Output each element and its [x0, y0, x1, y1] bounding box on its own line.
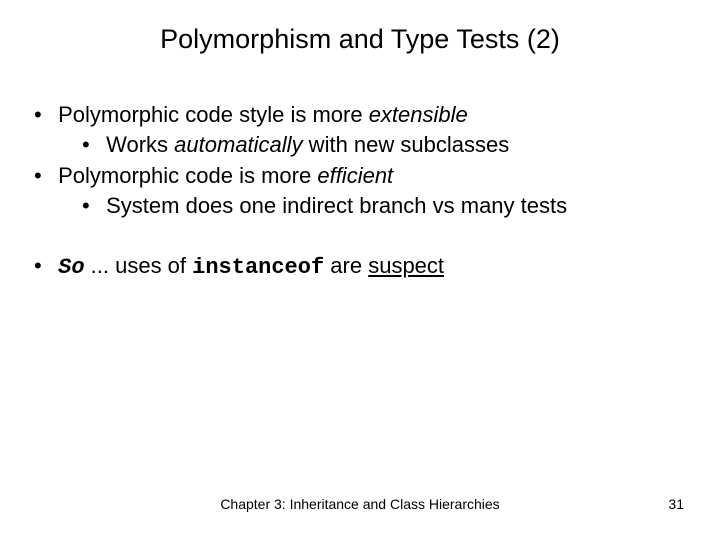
text: Polymorphic code style is more: [58, 102, 369, 127]
subbullet-branch: System does one indirect branch vs many …: [82, 191, 674, 221]
emphasis-automatically: automatically: [174, 132, 302, 157]
code-instanceof: instanceof: [192, 255, 324, 280]
text-uses: uses of: [115, 253, 192, 278]
text-are: are: [324, 253, 368, 278]
emphasis-extensible: extensible: [369, 102, 468, 127]
emphasis-efficient: efficient: [317, 163, 393, 188]
text: with new subclasses: [303, 132, 510, 157]
slide-title: Polymorphism and Type Tests (2): [0, 24, 720, 55]
text: System does one indirect branch vs many …: [106, 193, 567, 218]
spacer: [34, 223, 674, 251]
page-number: 31: [668, 496, 684, 512]
emphasis-so: So: [58, 255, 84, 280]
text: Works: [106, 132, 174, 157]
emphasis-suspect: suspect: [368, 253, 444, 278]
slide: Polymorphism and Type Tests (2) Polymorp…: [0, 0, 720, 540]
text: Polymorphic code is more: [58, 163, 317, 188]
subbullet-automatically: Works automatically with new subclasses: [82, 130, 674, 160]
footer-text: Chapter 3: Inheritance and Class Hierarc…: [0, 496, 720, 512]
slide-body: Polymorphic code style is more extensibl…: [34, 100, 674, 284]
bullet-extensible: Polymorphic code style is more extensibl…: [34, 100, 674, 159]
bullet-efficient: Polymorphic code is more efficient Syste…: [34, 161, 674, 220]
text-dots: ...: [85, 253, 116, 278]
bullet-so-suspect: So ... uses of instanceof are suspect: [34, 251, 674, 283]
